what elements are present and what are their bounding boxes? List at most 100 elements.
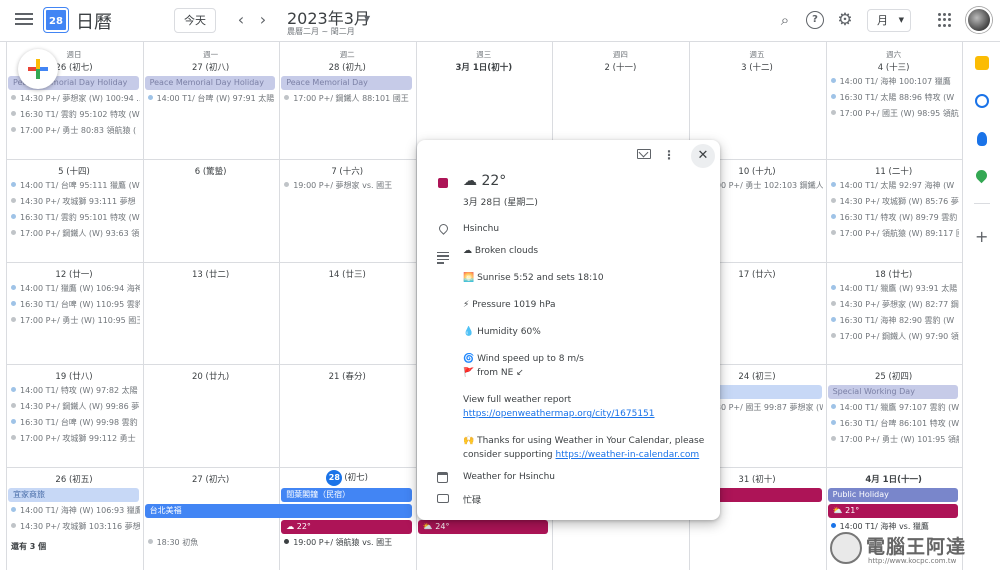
day-number[interactable]: 3月 1日(初十) (416, 61, 552, 73)
all-day-event[interactable]: 宜家商旅 (8, 488, 139, 502)
maps-icon[interactable] (973, 167, 990, 184)
day-number[interactable]: 12 (廿一) (6, 268, 142, 280)
timed-event[interactable]: 14:00 T1/ 太陽 92:97 海神 (W (830, 180, 960, 192)
main-menu-icon[interactable] (14, 10, 34, 30)
more-events-link[interactable]: 還有 3 個 (11, 541, 46, 552)
email-guests-icon[interactable] (637, 149, 651, 159)
day-number[interactable]: 18 (廿七) (826, 268, 962, 280)
create-button[interactable] (18, 49, 58, 89)
timed-event[interactable]: 14:30 P+/ 攻城獅 (W) 85:76 夢 (830, 196, 960, 208)
day-number[interactable]: 19 (廿八) (6, 370, 142, 382)
view-selector[interactable]: 月 ▼ (867, 9, 911, 32)
timed-event[interactable]: 14:00 T1/ 獵鷹 97:107 雲豹 (W (830, 402, 960, 414)
timed-event[interactable]: 17:00 P+/ 領航猿 (W) 89:117 國 (830, 228, 959, 240)
timed-event[interactable]: 16:30 T1/ 雲豹 95:101 特攻 (W (11, 212, 140, 224)
multi-day-event[interactable]: 台北美福 (144, 504, 412, 518)
today-date-badge[interactable]: 28 (326, 470, 343, 486)
help-icon[interactable]: ? (806, 11, 824, 29)
timed-event[interactable]: 17:00 P+/ 勇士 (W) 110:95 國王 (11, 315, 140, 327)
timed-event[interactable]: 17:00 P+/ 國王 (W) 98:95 領航 (830, 108, 960, 120)
timed-event[interactable]: 16:30 T1/ 台啤 (W) 110:95 雲豹 (11, 299, 140, 311)
timed-event[interactable]: 19:00 P+/ 領航猿 vs. 國王 (284, 537, 413, 549)
watermark-mascot-icon (830, 532, 862, 564)
day-number[interactable]: 26 (初五) (6, 473, 142, 485)
event-label: 16:30 T1/ 台啤 (W) 99:98 雲豹 (20, 418, 138, 427)
timed-event[interactable]: 17:00 P+/ 勇士 (W) 101:95 領航 (830, 434, 959, 446)
all-day-event[interactable]: 闊葉閣鐘（民宿） (281, 488, 412, 502)
today-button[interactable]: 今天 (174, 8, 216, 33)
weather-report-link[interactable]: https://openweathermap.org/city/1675151 (463, 409, 655, 419)
timed-event[interactable]: 14:30 P+/ 夢想家 (W) 82:77 鋼 (830, 299, 960, 311)
tasks-icon[interactable] (975, 94, 989, 108)
weather-event[interactable]: ⛅ 24° (417, 520, 549, 534)
search-icon[interactable]: ⌕ (776, 11, 794, 29)
day-number[interactable]: 4月 1日(十一) (826, 473, 962, 485)
timed-event[interactable]: 16:30 T1/ 台啤 86:101 特攻 (W (830, 418, 959, 430)
day-number[interactable]: 2 (十一) (552, 61, 688, 73)
more-options-icon[interactable]: ⋮ (663, 148, 675, 162)
day-number[interactable]: 20 (廿九) (143, 370, 279, 382)
contacts-icon[interactable] (977, 132, 987, 146)
timed-event[interactable]: 18:30 初魚 (147, 537, 277, 549)
timed-event[interactable]: 17:00 P+/ 鋼鐵人 (W) 97:90 領 (830, 331, 960, 343)
all-day-event[interactable]: Peace Memorial Day (281, 76, 412, 90)
timed-event[interactable]: 14:00 T1/ 獵鷹 (W) 106:94 海神 (11, 283, 140, 295)
settings-gear-icon[interactable]: ⚙ (836, 11, 854, 29)
timed-event[interactable]: 19:00 P+/ 夢想家 vs. 國王 (284, 180, 413, 192)
timed-event[interactable]: 17:00 P+/ 鋼鐵人 88:101 國王 (284, 93, 413, 105)
day-number[interactable]: 11 (二十) (826, 165, 962, 177)
all-day-event[interactable]: Public Holiday (827, 488, 959, 502)
timed-event[interactable]: 16:30 T1/ 太陽 88:96 特攻 (W (830, 92, 960, 104)
timed-event[interactable]: 14:30 P+/ 鋼鐵人 (W) 99:86 夢 (11, 401, 140, 413)
timed-event[interactable]: 14:30 P+/ 攻城獅 93:111 夢想 (11, 196, 140, 208)
day-number[interactable]: 25 (初四) (826, 370, 962, 382)
day-number[interactable]: 28 (初九) (279, 61, 415, 73)
timed-event[interactable]: 14:00 T1/ 海神 100:107 獵鷹 (830, 76, 960, 88)
weather-event[interactable]: ⛅ 21° (827, 504, 959, 518)
prev-month-icon[interactable]: ‹ (232, 10, 250, 29)
timed-event[interactable]: 16:30 T1/ 雲豹 95:102 特攻 (W (11, 109, 140, 121)
support-link[interactable]: https://weather-in-calendar.com (556, 450, 700, 460)
next-month-icon[interactable]: › (254, 10, 272, 29)
account-avatar[interactable] (966, 7, 992, 33)
event-dot-icon (830, 523, 836, 528)
day-number[interactable]: 27 (初六) (143, 473, 279, 485)
day-number[interactable]: 6 (驚蟄) (143, 165, 279, 177)
timed-event[interactable]: 14:30 P+/ 攻城獅 103:116 夢想 (11, 521, 140, 533)
close-popup-button[interactable]: ✕ (691, 144, 715, 168)
google-apps-icon[interactable] (938, 13, 952, 27)
day-number[interactable]: 5 (十四) (6, 165, 142, 177)
timed-event[interactable]: 16:30 T1/ 特攻 (W) 89:79 雲豹 (830, 212, 960, 224)
timed-event[interactable]: 14:30 P+/ 夢想家 (W) 100:94 ... (11, 93, 140, 105)
all-day-event[interactable]: Peace Memorial Day Holiday (144, 76, 276, 90)
day-number[interactable]: 27 (初八) (143, 61, 279, 73)
day-number[interactable]: 7 (十六) (279, 165, 415, 177)
timed-event[interactable]: 17:00 P+/ 鋼鐵人 (W) 93:63 領 (11, 228, 140, 240)
day-number[interactable]: 21 (春分) (279, 370, 415, 382)
timed-event[interactable]: 14:00 T1/ 獵鷹 (W) 93:91 太陽 (830, 283, 960, 295)
event-label: 14:00 T1/ 台啤 (W) 97:91 太陽 (156, 94, 275, 103)
timed-event[interactable]: 14:00 T1/ 台啤 (W) 97:91 太陽 (147, 93, 277, 105)
weekday-header: 週二 (339, 50, 355, 59)
event-label: 14:00 T1/ 獵鷹 97:107 雲豹 (W (839, 403, 960, 412)
timed-event[interactable]: 14:00 T1/ 台啤 95:111 獵鷹 (W (11, 180, 140, 192)
month-dropdown-icon[interactable]: ▼ (364, 14, 370, 23)
thanks-line-2: consider supporting https://weather-in-c… (463, 450, 699, 460)
day-number[interactable]: 28 (初七) (279, 470, 415, 486)
timed-event[interactable]: 14:00 T1/ 特攻 (W) 97:82 太陽 (11, 385, 140, 397)
keep-icon[interactable] (975, 56, 989, 70)
timed-event[interactable]: 17:00 P+/ 攻城獅 99:112 勇士 (11, 433, 140, 445)
day-number[interactable]: 4 (十三) (826, 61, 962, 73)
event-label: 16:30 T1/ 雲豹 95:102 特攻 (W (20, 110, 140, 119)
add-addon-icon[interactable]: + (975, 227, 988, 246)
timed-event[interactable]: 16:30 T1/ 海神 82:90 雲豹 (W (830, 315, 960, 327)
all-day-event[interactable]: Special Working Day (827, 385, 959, 399)
event-location: Hsinchu (463, 224, 500, 234)
day-number[interactable]: 13 (廿二) (143, 268, 279, 280)
timed-event[interactable]: 16:30 T1/ 台啤 (W) 99:98 雲豹 (11, 417, 140, 429)
weather-event[interactable]: ☁ 22° (281, 520, 412, 534)
day-number[interactable]: 14 (廿三) (279, 268, 415, 280)
day-number[interactable]: 3 (十二) (689, 61, 825, 73)
timed-event[interactable]: 14:00 T1/ 海神 (W) 106:93 獵鷹 (11, 505, 140, 517)
timed-event[interactable]: 17:00 P+/ 勇士 80:83 領航猿 ( (11, 125, 140, 137)
